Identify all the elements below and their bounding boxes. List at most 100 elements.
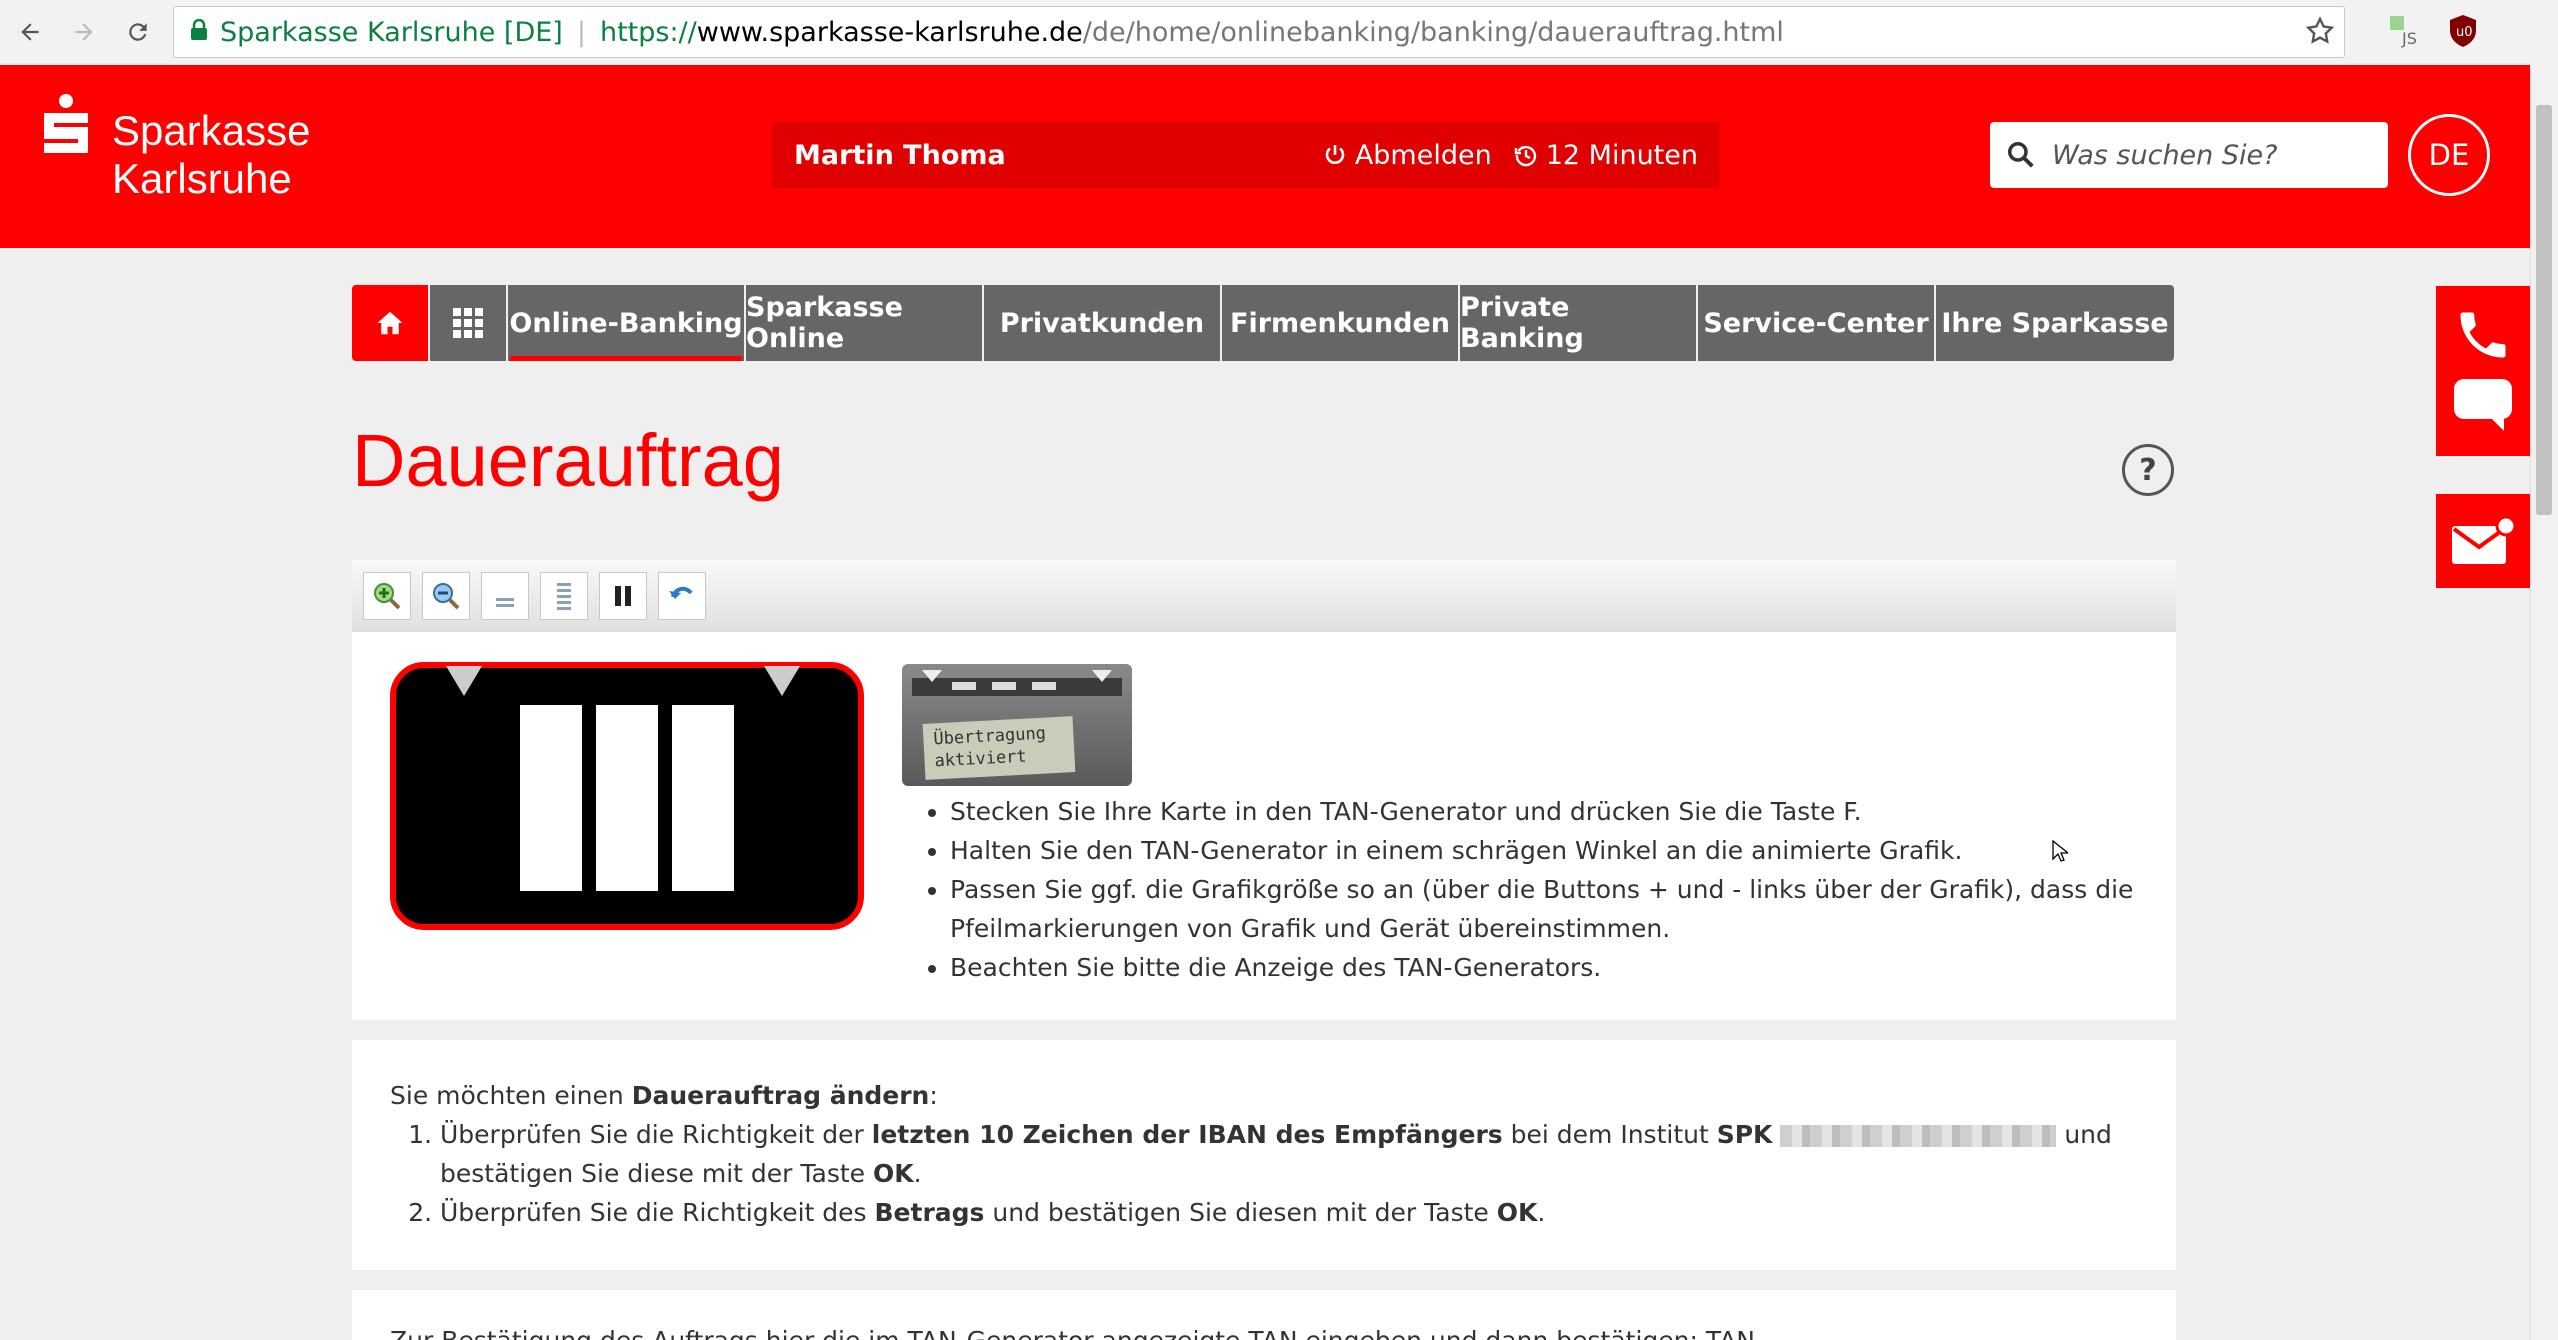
nav-service-center[interactable]: Service-Center bbox=[1698, 285, 1936, 361]
search-input[interactable] bbox=[2050, 138, 2374, 172]
flicker-panel: Übertragung aktiviert Stecken Sie Ihre K… bbox=[352, 632, 2176, 1020]
help-icon[interactable]: ? bbox=[2122, 444, 2174, 496]
address-bar[interactable]: Sparkasse Karlsruhe [DE] | https://www.s… bbox=[173, 6, 2345, 58]
language-button[interactable]: DE bbox=[2408, 114, 2490, 196]
contact-side-panel bbox=[2436, 286, 2530, 456]
nav-ihre-sparkasse[interactable]: Ihre Sparkasse bbox=[1936, 285, 2174, 361]
home-button[interactable] bbox=[352, 285, 430, 361]
sparkasse-s-icon bbox=[44, 94, 88, 153]
mail-button[interactable] bbox=[2436, 494, 2530, 588]
tan-generator-image: Übertragung aktiviert bbox=[902, 664, 1132, 786]
nav-private-banking[interactable]: Private Banking bbox=[1460, 285, 1698, 361]
flicker-bar bbox=[596, 705, 658, 891]
nav-firmenkunden[interactable]: Firmenkunden bbox=[1222, 285, 1460, 361]
reload-icon[interactable] bbox=[118, 12, 158, 52]
step-text: bei dem Institut bbox=[1502, 1120, 1717, 1149]
faster-button[interactable] bbox=[540, 572, 588, 620]
intro-bold: Dauerauftrag ändern bbox=[631, 1081, 930, 1110]
home-icon bbox=[377, 311, 403, 335]
change-intro: Sie möchten einen Dauerauftrag ändern: bbox=[390, 1076, 938, 1115]
instruction-item: Halten Sie den TAN-Generator in einem sc… bbox=[950, 831, 2200, 870]
flicker-toolbar bbox=[352, 560, 2176, 632]
confirm-panel: Zur Bestätigung des Auftrags hier die im… bbox=[352, 1290, 2176, 1340]
instruction-item: Passen Sie ggf. die Grafikgröße so an (ü… bbox=[950, 870, 2200, 948]
step-text: Überprüfen Sie die Richtigkeit der bbox=[440, 1120, 872, 1149]
logo-text: Sparkasse Karlsruhe bbox=[112, 107, 310, 203]
search-box[interactable] bbox=[1990, 122, 2388, 188]
nav-sparkasse-online[interactable]: Sparkasse Online bbox=[746, 285, 984, 361]
slower-button[interactable] bbox=[481, 572, 529, 620]
sparkasse-logo[interactable]: Sparkasse Karlsruhe bbox=[40, 93, 310, 203]
instruction-list: Stecken Sie Ihre Karte in den TAN-Genera… bbox=[890, 792, 2200, 987]
chat-icon bbox=[2454, 379, 2512, 431]
step-text: und bestätigen Sie diesen mit der Taste bbox=[984, 1198, 1497, 1227]
zoom-in-button[interactable] bbox=[363, 572, 411, 620]
device-top-markers bbox=[912, 670, 1122, 696]
phone-button[interactable] bbox=[2453, 305, 2513, 369]
back-arrow-icon[interactable] bbox=[10, 12, 50, 52]
instruction-item: Stecken Sie Ihre Karte in den TAN-Genera… bbox=[950, 792, 2200, 831]
change-step: Überprüfen Sie die Richtigkeit des Betra… bbox=[440, 1193, 2170, 1232]
pause-button[interactable] bbox=[599, 572, 647, 620]
session-timer-label: 12 Minuten bbox=[1545, 139, 1698, 171]
js-extension-icon[interactable]: JS bbox=[2388, 14, 2422, 52]
device-display: Übertragung aktiviert bbox=[922, 716, 1076, 780]
mail-icon bbox=[2452, 516, 2516, 564]
main-navigation: Online-Banking Sparkasse Online Privatku… bbox=[352, 285, 2174, 361]
instruction-item: Beachten Sie bitte die Anzeige des TAN-G… bbox=[950, 948, 2200, 987]
switch-mode-button[interactable] bbox=[658, 572, 706, 620]
star-icon[interactable] bbox=[2304, 15, 2336, 54]
nav-online-banking[interactable]: Online-Banking bbox=[508, 285, 746, 361]
speed-up-icon bbox=[557, 583, 571, 610]
bank-name: SPK bbox=[1716, 1120, 1773, 1149]
svg-text:JS: JS bbox=[2401, 29, 2417, 48]
session-bar: Martin Thoma Abmelden 12 Minuten bbox=[772, 122, 1720, 188]
redacted-bank-code bbox=[1780, 1125, 2057, 1147]
timer-icon bbox=[1514, 145, 1536, 167]
apps-menu-button[interactable] bbox=[430, 285, 508, 361]
zoom-in-icon bbox=[374, 583, 401, 610]
page-title: Dauerauftrag bbox=[352, 419, 784, 502]
change-step: Überprüfen Sie die Richtigkeit der letzt… bbox=[440, 1115, 2170, 1193]
browser-toolbar: Sparkasse Karlsruhe [DE] | https://www.s… bbox=[0, 0, 2558, 66]
scrollbar-thumb[interactable] bbox=[2536, 105, 2552, 515]
separator: | bbox=[576, 16, 586, 48]
logout-button[interactable]: Abmelden bbox=[1323, 140, 1492, 171]
url-host: www.sparkasse-karlsruhe.de bbox=[696, 16, 1083, 48]
security-label: Sparkasse Karlsruhe [DE] bbox=[220, 16, 563, 48]
confirm-text: Zur Bestätigung des Auftrags hier die im… bbox=[390, 1326, 1755, 1340]
forward-arrow-icon[interactable] bbox=[64, 12, 104, 52]
lock-icon bbox=[190, 17, 208, 48]
phone-icon bbox=[2460, 312, 2506, 358]
zoom-out-icon bbox=[433, 583, 460, 610]
speed-down-icon bbox=[496, 598, 514, 607]
logo-line-2: Karlsruhe bbox=[112, 155, 292, 202]
change-steps: Überprüfen Sie die Richtigkeit der letzt… bbox=[390, 1115, 2170, 1232]
flicker-bar bbox=[672, 705, 734, 891]
ublock-icon[interactable]: u0 bbox=[2448, 14, 2478, 52]
url-path: /de/home/onlinebanking/banking/dauerauft… bbox=[1082, 16, 1784, 48]
intro-suffix: : bbox=[929, 1081, 938, 1110]
scrollbar[interactable] bbox=[2530, 65, 2558, 1340]
step-text: Überprüfen Sie die Richtigkeit des bbox=[440, 1198, 875, 1227]
url-scheme: https:// bbox=[599, 16, 697, 48]
session-timer: 12 Minuten bbox=[1514, 140, 1698, 171]
flicker-bar bbox=[520, 705, 582, 891]
logout-label: Abmelden bbox=[1354, 139, 1492, 171]
undo-arrow-icon bbox=[669, 586, 693, 599]
intro-prefix: Sie möchten einen bbox=[390, 1081, 632, 1110]
ok-key: OK bbox=[873, 1159, 914, 1188]
flicker-graphic bbox=[390, 662, 864, 930]
step-text: . bbox=[913, 1159, 922, 1188]
step-bold: letzten 10 Zeichen der IBAN des Empfänge… bbox=[871, 1120, 1503, 1149]
grid-icon bbox=[453, 308, 483, 338]
user-name: Martin Thoma bbox=[794, 139, 1006, 171]
chat-button[interactable] bbox=[2452, 377, 2514, 437]
mouse-cursor-icon bbox=[2052, 839, 2070, 868]
nav-privatkunden[interactable]: Privatkunden bbox=[984, 285, 1222, 361]
zoom-out-button[interactable] bbox=[422, 572, 470, 620]
site-header: Sparkasse Karlsruhe Martin Thoma Abmelde… bbox=[0, 65, 2530, 248]
step-bold: Betrags bbox=[874, 1198, 985, 1227]
pause-icon bbox=[615, 586, 631, 606]
power-icon bbox=[1325, 145, 1345, 164]
